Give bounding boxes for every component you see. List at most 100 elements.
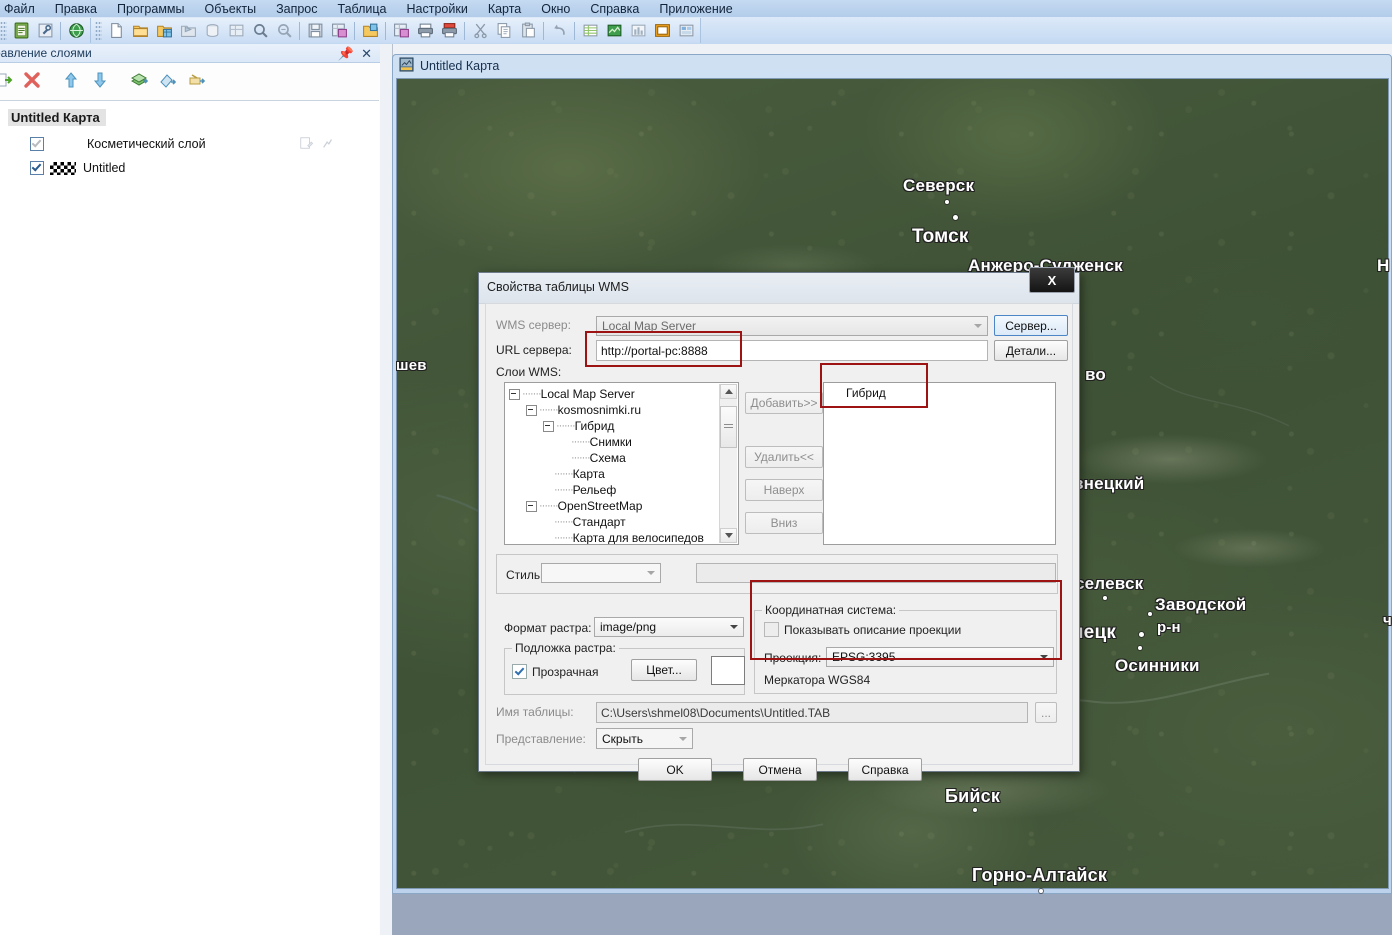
- edit-layer-icon[interactable]: [299, 136, 313, 153]
- new-graph-icon[interactable]: [627, 20, 649, 42]
- toolbar-grip[interactable]: [95, 21, 102, 40]
- color-swatch[interactable]: [711, 656, 745, 685]
- table-name-input[interactable]: C:\Users\shmel08\Documents\Untitled.TAB: [596, 702, 1028, 723]
- find-icon[interactable]: [249, 20, 271, 42]
- tree-node[interactable]: ······· Снимки: [509, 434, 716, 450]
- open-recent-icon[interactable]: [359, 20, 381, 42]
- scroll-down-icon[interactable]: [720, 528, 737, 543]
- paste-icon[interactable]: [517, 20, 539, 42]
- list-item[interactable]: Гибрид: [824, 383, 1055, 400]
- wms-server-select[interactable]: Local Map Server: [596, 316, 988, 336]
- list-item[interactable]: Untitled: [0, 156, 379, 180]
- details-button[interactable]: Детали...: [994, 340, 1068, 361]
- label-icon[interactable]: [184, 67, 210, 93]
- open-folder-icon[interactable]: [129, 20, 151, 42]
- tree-node[interactable]: ······· Карта для велосипедов: [509, 530, 716, 545]
- tree-node[interactable]: ······· Карта: [509, 466, 716, 482]
- url-input[interactable]: http://portal-pc:8888: [596, 340, 988, 361]
- tree-node[interactable]: ······· Рельеф: [509, 482, 716, 498]
- new-layout-icon[interactable]: [651, 20, 673, 42]
- move-up-button[interactable]: Наверх: [745, 479, 823, 501]
- menu-item-objects[interactable]: Объекты: [195, 2, 267, 16]
- style-select[interactable]: [541, 563, 661, 583]
- menu-item-query[interactable]: Запрос: [266, 2, 327, 16]
- copy-icon[interactable]: [493, 20, 515, 42]
- menu-item-programs[interactable]: Программы: [107, 2, 195, 16]
- move-down-icon[interactable]: [87, 67, 113, 93]
- print-icon[interactable]: [414, 20, 436, 42]
- scroll-up-icon[interactable]: [720, 384, 737, 399]
- save-workspace-icon[interactable]: [328, 20, 350, 42]
- ok-button[interactable]: OK: [638, 758, 712, 781]
- tree-collapse-icon[interactable]: [526, 405, 537, 416]
- new-redistrict-icon[interactable]: [675, 20, 697, 42]
- menu-item-help[interactable]: Справка: [580, 2, 649, 16]
- tree-collapse-icon[interactable]: [543, 421, 554, 432]
- close-button[interactable]: X: [1029, 267, 1075, 293]
- pin-icon[interactable]: 📌: [338, 47, 354, 60]
- move-down-button[interactable]: Вниз: [745, 512, 823, 534]
- transparent-checkbox[interactable]: [512, 664, 527, 679]
- menu-item-map[interactable]: Карта: [478, 2, 531, 16]
- undo-icon[interactable]: [548, 20, 570, 42]
- projection-select[interactable]: EPSG:3395: [826, 647, 1054, 667]
- menu-item-table[interactable]: Таблица: [328, 2, 397, 16]
- layer-properties-icon[interactable]: [126, 67, 152, 93]
- print-preview-icon[interactable]: [438, 20, 460, 42]
- menu-item-application[interactable]: Приложение: [649, 2, 742, 16]
- cut-icon[interactable]: [469, 20, 491, 42]
- tree-collapse-icon[interactable]: [526, 501, 537, 512]
- selected-layers-list[interactable]: Гибрид: [823, 382, 1056, 545]
- tree-node[interactable]: ······· Стандарт: [509, 514, 716, 530]
- browse-button[interactable]: ...: [1035, 702, 1057, 723]
- menu-item-edit[interactable]: Правка: [45, 2, 107, 16]
- scrollbar-thumb[interactable]: [720, 406, 737, 448]
- remove-layer-icon[interactable]: [19, 67, 45, 93]
- close-icon[interactable]: ✕: [361, 47, 372, 60]
- raster-format-select[interactable]: image/png: [594, 617, 744, 637]
- layer-visibility-checkbox[interactable]: [30, 161, 44, 175]
- open-wms-icon[interactable]: [225, 20, 247, 42]
- save-window-icon[interactable]: [390, 20, 412, 42]
- layer-list[interactable]: Untitled Карта Косметический слой Untitl…: [0, 100, 379, 935]
- add-layer-button[interactable]: Добавить>>: [745, 392, 823, 414]
- toolbar-grip[interactable]: [0, 21, 7, 40]
- menu-item-window[interactable]: Окно: [531, 2, 580, 16]
- remove-layer-button[interactable]: Удалить<<: [745, 446, 823, 468]
- server-button[interactable]: Сервер...: [994, 315, 1068, 336]
- color-button[interactable]: Цвет...: [631, 659, 697, 681]
- add-layer-icon[interactable]: [0, 67, 16, 93]
- open-workspace-icon[interactable]: [177, 20, 199, 42]
- open-dbms-icon[interactable]: [201, 20, 223, 42]
- show-projection-checkbox-wrap[interactable]: Показывать описание проекции: [764, 622, 961, 637]
- hotlink-icon[interactable]: [155, 67, 181, 93]
- tree-node[interactable]: ······· kosmosnimki.ru: [509, 402, 716, 418]
- new-map-icon[interactable]: [603, 20, 625, 42]
- wrench-icon[interactable]: [34, 20, 56, 42]
- globe-icon[interactable]: [65, 20, 87, 42]
- available-layers-tree[interactable]: ······· Local Map Server······· kosmosni…: [504, 382, 739, 545]
- style-layer-icon[interactable]: [321, 136, 335, 153]
- tree-scrollbar[interactable]: [719, 384, 737, 543]
- new-browser-icon[interactable]: [579, 20, 601, 42]
- menu-item-settings[interactable]: Настройки: [397, 2, 478, 16]
- transparent-checkbox-wrap[interactable]: Прозрачная: [512, 664, 598, 679]
- open-table-icon[interactable]: [153, 20, 175, 42]
- show-projection-checkbox[interactable]: [764, 622, 779, 637]
- tree-node[interactable]: ······· Гибрид: [509, 418, 716, 434]
- save-icon[interactable]: [304, 20, 326, 42]
- cancel-button[interactable]: Отмена: [743, 758, 817, 781]
- tree-collapse-icon[interactable]: [509, 389, 520, 400]
- tree-node[interactable]: ······· Схема: [509, 450, 716, 466]
- move-up-icon[interactable]: [58, 67, 84, 93]
- view-select[interactable]: Скрыть: [596, 728, 693, 749]
- tree-node[interactable]: ······· OpenStreetMap: [509, 498, 716, 514]
- new-document-icon[interactable]: [105, 20, 127, 42]
- find-selection-icon[interactable]: [273, 20, 295, 42]
- list-item[interactable]: Косметический слой: [0, 132, 379, 156]
- clipboard-icon[interactable]: [10, 20, 32, 42]
- help-button[interactable]: Справка: [848, 758, 922, 781]
- layer-visibility-checkbox[interactable]: [30, 137, 44, 151]
- tree-node[interactable]: ······· Local Map Server: [509, 386, 716, 402]
- menu-item-file[interactable]: Файл: [0, 2, 45, 16]
